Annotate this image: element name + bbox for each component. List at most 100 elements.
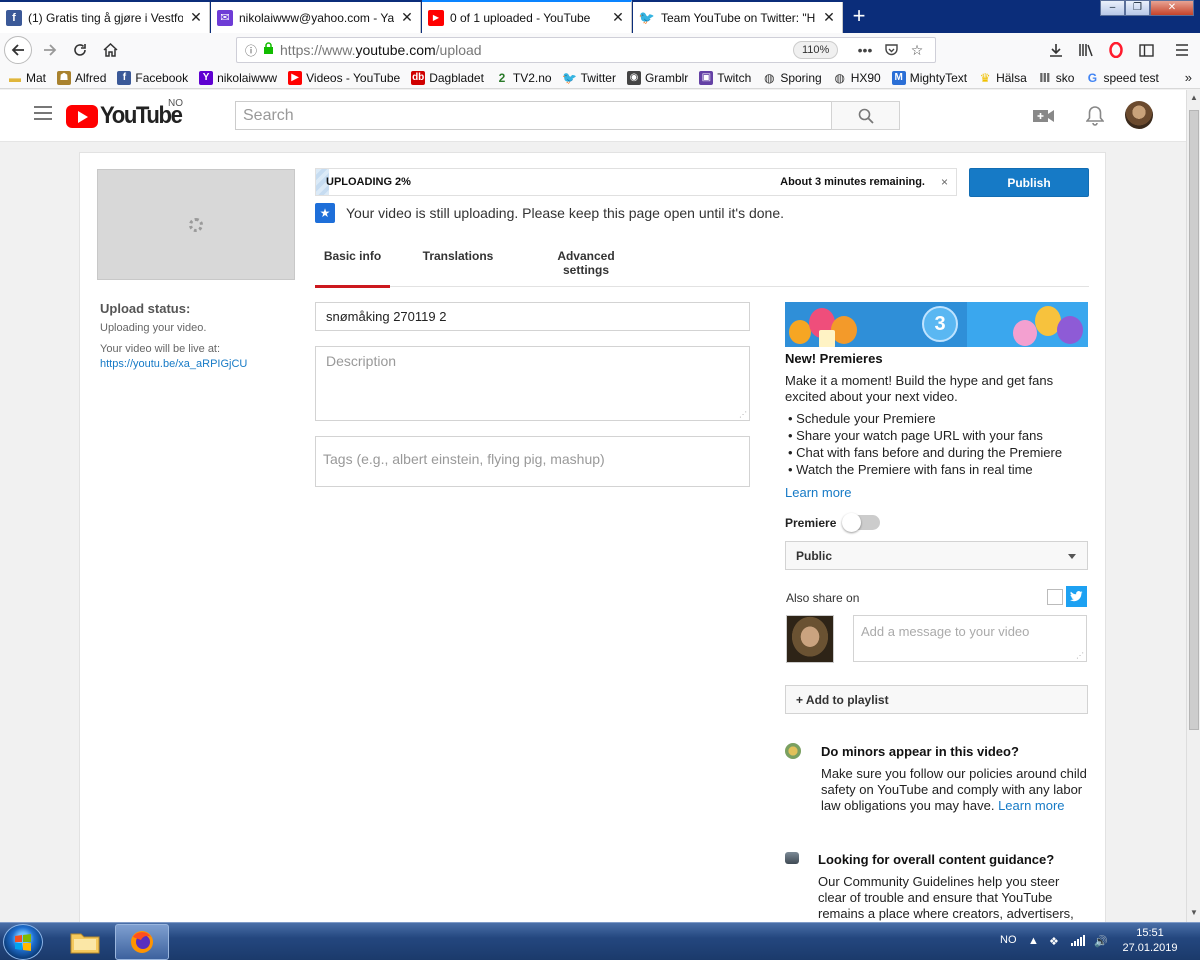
search-input[interactable]: Search	[235, 101, 832, 130]
bookmark-speed-test[interactable]: Gspeed test	[1085, 71, 1159, 85]
sidebar-icon	[1138, 43, 1154, 57]
bookmark-tv2-no[interactable]: 2 TV2.no	[495, 71, 552, 85]
close-icon[interactable]: ✕	[822, 9, 836, 26]
forward-button[interactable]	[36, 36, 64, 64]
premieres-learn-more-link[interactable]: Learn more	[785, 485, 851, 500]
close-icon[interactable]: ✕	[611, 9, 625, 26]
bookmark-twitch[interactable]: ▣ Twitch	[699, 70, 751, 85]
scrollbar-thumb[interactable]	[1189, 110, 1199, 730]
minimize-button[interactable]: –	[1100, 0, 1125, 16]
bookmark-alfred[interactable]: ☗ Alfred	[57, 70, 106, 85]
browser-tab-youtube-upload[interactable]: ▶ 0 of 1 uploaded - YouTube ✕	[422, 0, 632, 33]
system-clock[interactable]: 15:51 27.01.2019	[1120, 926, 1180, 956]
opera-extension-button[interactable]	[1102, 36, 1130, 64]
share-label: Also share on	[786, 591, 860, 605]
bookmark-facebook[interactable]: f Facebook	[117, 70, 189, 85]
folder-icon: ▬	[9, 70, 21, 85]
bookmark-gramblr[interactable]: ◉ Gramblr	[626, 70, 688, 85]
browser-tab-yahoo-mail[interactable]: ✉ nikolaiwww@yahoo.com - Yah ✕	[211, 2, 421, 33]
chevron-down-icon	[1068, 554, 1076, 559]
dagbladet-icon: db	[411, 70, 426, 85]
publish-button[interactable]: Publish	[969, 168, 1089, 197]
share-message-input[interactable]: Add a message to your video ⋰	[853, 615, 1087, 662]
user-avatar	[786, 615, 834, 663]
bookmark-star-icon[interactable]: ☆	[907, 40, 927, 60]
notifications-button[interactable]	[1083, 104, 1107, 128]
start-button[interactable]	[3, 924, 43, 960]
menu-button[interactable]	[1168, 36, 1196, 64]
bookmark-label: HX90	[850, 70, 881, 85]
tab-translations[interactable]: Translations	[421, 237, 495, 287]
guidelines-icon	[785, 852, 799, 864]
bookmark-sko[interactable]: Ⅲsko	[1038, 71, 1074, 85]
downloads-button[interactable]	[1042, 36, 1070, 64]
browser-tab-facebook[interactable]: f (1) Gratis ting å gjøre i Vestfold ✕	[0, 2, 210, 33]
keyboard-language[interactable]: NO	[1000, 934, 1017, 946]
bookmark-label: Facebook	[135, 70, 189, 85]
info-icon[interactable]: ⓘ	[245, 42, 257, 59]
sidebar-button[interactable]	[1132, 36, 1160, 64]
bookmark-nikolaiwww[interactable]: Ynikolaiwww	[199, 70, 277, 85]
add-to-playlist-button[interactable]: + Add to playlist	[785, 685, 1088, 714]
volume-icon[interactable]: 🔊	[1094, 935, 1108, 948]
close-icon[interactable]: ✕	[189, 9, 203, 26]
browser-tab-twitter[interactable]: 🐦 Team YouTube on Twitter: "Hi ✕	[633, 2, 843, 33]
bookmark-hälsa[interactable]: ♛ Hälsa	[978, 71, 1027, 85]
premiere-toggle[interactable]	[842, 513, 880, 532]
opera-icon	[1109, 42, 1123, 58]
bookmark-videos-youtube[interactable]: ▶ Videos - YouTube	[288, 70, 400, 85]
close-icon[interactable]: ✕	[400, 9, 414, 26]
bookmark-sporing[interactable]: ◍ Sporing	[762, 71, 822, 85]
taskbar-explorer[interactable]	[58, 924, 112, 960]
minors-text: Make sure you follow our policies around…	[821, 766, 1087, 813]
page-actions-icon[interactable]: •••	[855, 40, 875, 60]
tags-input[interactable]: Tags (e.g., albert einstein, flying pig,…	[315, 436, 750, 487]
new-tab-button[interactable]: +	[846, 4, 872, 30]
reload-button[interactable]	[66, 36, 94, 64]
youtube-icon: ▶	[288, 70, 303, 85]
video-title-input[interactable]: snømåking 270119 2	[315, 302, 750, 331]
upload-tabs: Basic info Translations Advanced setting…	[315, 237, 1089, 288]
youtube-logo[interactable]: YouTube NO	[66, 98, 189, 130]
maximize-button[interactable]: ❐	[1125, 0, 1150, 16]
tab-advanced-settings[interactable]: Advanced settings	[534, 237, 638, 287]
network-signal-icon[interactable]	[1071, 935, 1085, 949]
share-twitter-checkbox[interactable]	[1047, 589, 1063, 605]
dropbox-icon[interactable]: ❖	[1049, 935, 1059, 948]
bookmarks-overflow-chevron-icon[interactable]: »	[1185, 70, 1192, 85]
library-button[interactable]	[1072, 36, 1100, 64]
bookmark-dagbladet[interactable]: db Dagbladet	[411, 70, 484, 85]
bookmark-hx90[interactable]: ◍ HX90	[833, 70, 881, 85]
upload-video-button[interactable]	[1032, 104, 1056, 128]
page-scrollbar[interactable]: ▲ ▼	[1186, 90, 1200, 922]
minors-learn-more-link[interactable]: Learn more	[998, 798, 1064, 813]
home-button[interactable]	[96, 36, 124, 64]
tab-label: nikolaiwww@yahoo.com - Yah	[239, 10, 394, 25]
resize-grip-icon[interactable]: ⋰	[1076, 651, 1084, 660]
search-button[interactable]	[831, 101, 900, 130]
pocket-icon[interactable]	[881, 40, 901, 60]
hamburger-icon	[1176, 44, 1188, 56]
url-bar[interactable]: ⓘ https://www.youtube.com/upload 110% ••…	[236, 37, 936, 63]
facebook-icon: f	[117, 70, 132, 85]
bookmark-mat[interactable]: ▬ Mat	[8, 71, 46, 85]
description-textarea[interactable]: Description ⋰	[315, 346, 750, 421]
video-live-link[interactable]: https://youtu.be/xa_aRPIGjCU	[100, 358, 247, 370]
cancel-upload-close-icon[interactable]: ×	[941, 175, 948, 189]
account-avatar[interactable]	[1125, 101, 1153, 129]
show-hidden-icons-icon[interactable]: ▲	[1028, 935, 1039, 947]
scroll-down-arrow-icon[interactable]: ▼	[1189, 908, 1199, 917]
window-close-button[interactable]: ✕	[1150, 0, 1194, 16]
twitter-icon[interactable]	[1066, 586, 1087, 607]
privacy-dropdown[interactable]: Public	[785, 541, 1088, 570]
scroll-up-arrow-icon[interactable]: ▲	[1189, 93, 1199, 102]
zoom-level-badge[interactable]: 110%	[793, 41, 839, 59]
guide-menu-button[interactable]	[34, 106, 52, 120]
back-button[interactable]	[4, 36, 32, 64]
bookmark-twitter[interactable]: 🐦 Twitter	[562, 71, 616, 85]
resize-grip-icon[interactable]: ⋰	[739, 410, 747, 419]
lock-icon[interactable]	[263, 42, 274, 58]
taskbar-firefox[interactable]	[115, 924, 169, 960]
tab-basic-info[interactable]: Basic info	[315, 237, 390, 288]
bookmark-mightytext[interactable]: M MightyText	[891, 70, 967, 85]
